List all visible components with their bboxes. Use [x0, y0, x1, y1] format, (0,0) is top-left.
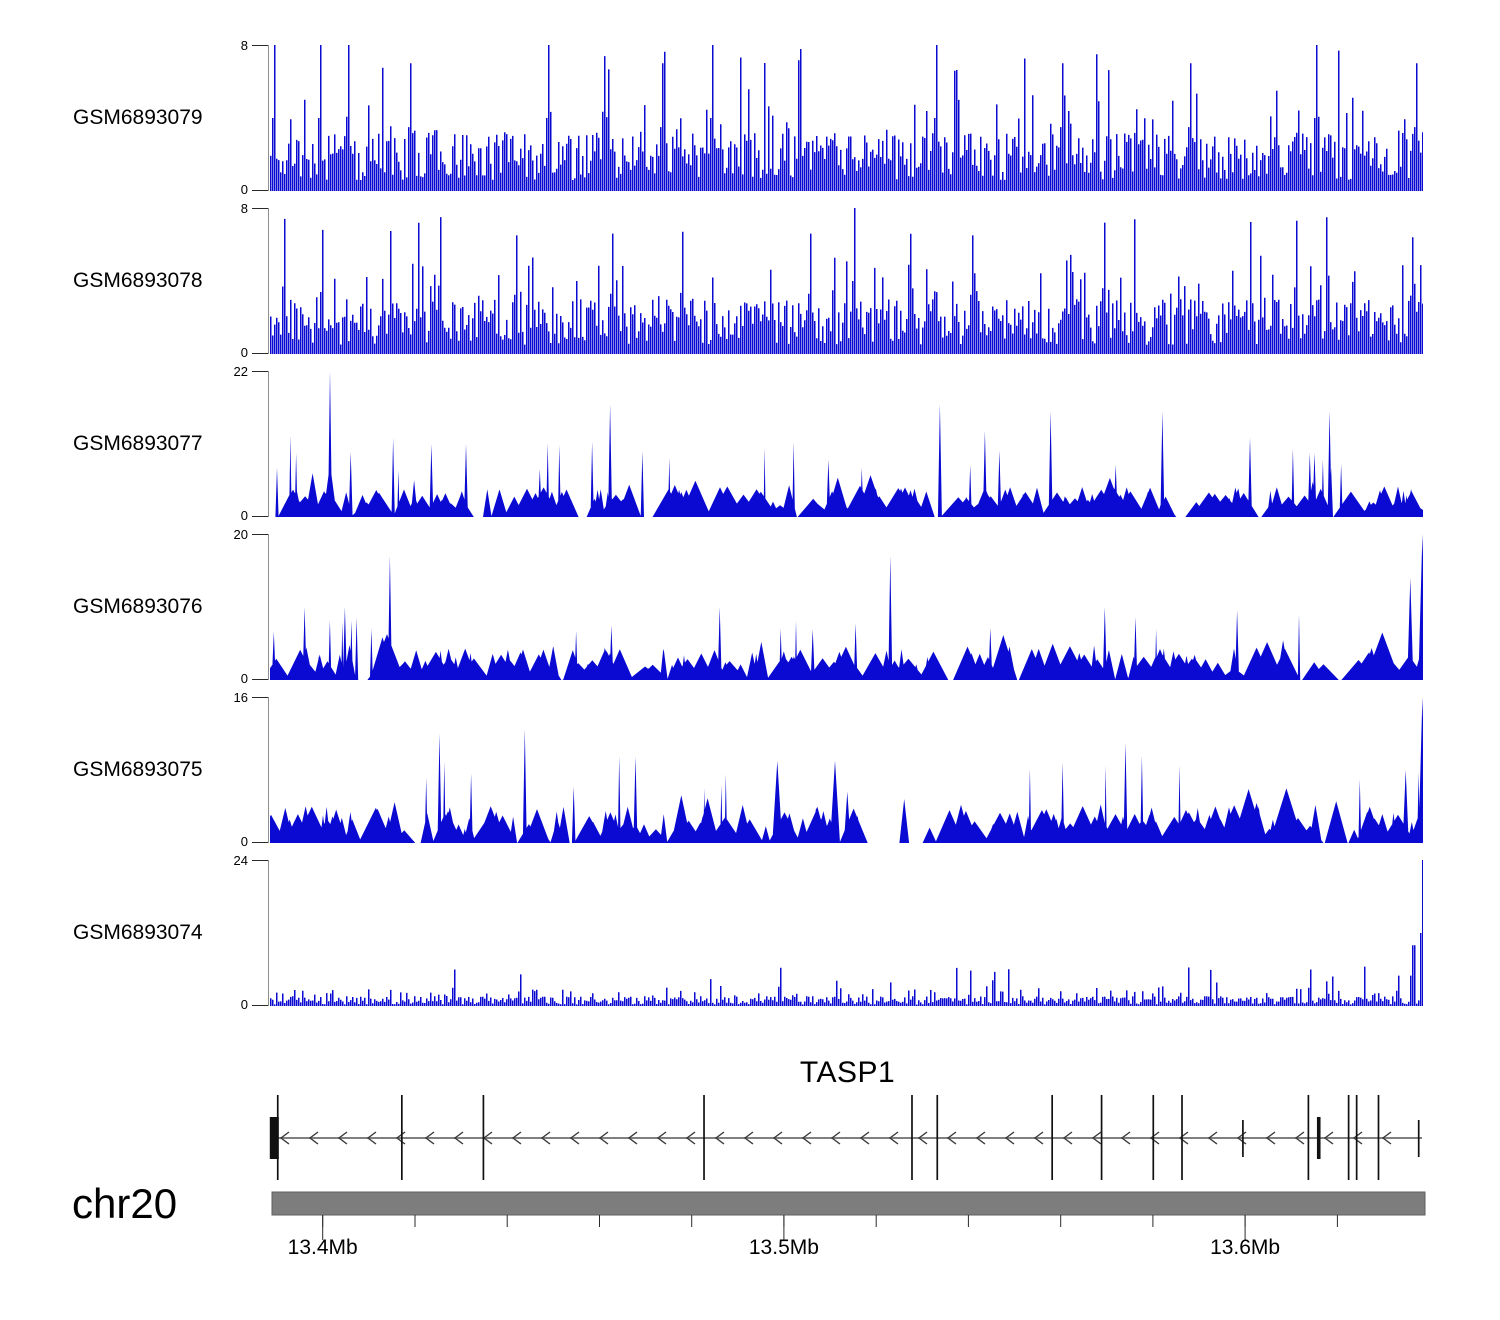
y-axis-tick — [252, 45, 269, 46]
y-axis-tick — [252, 842, 269, 843]
y-axis-max-label: 16 — [233, 690, 248, 705]
y-axis-tick — [252, 534, 269, 535]
y-axis-min-label: 0 — [240, 671, 248, 686]
coverage-histogram — [275, 371, 1423, 517]
y-axis-max-label: 22 — [233, 364, 248, 379]
exon-bar — [1417, 1120, 1420, 1157]
coverage-histogram — [270, 534, 1423, 680]
y-axis-tick — [252, 516, 269, 517]
y-axis-min-label: 0 — [240, 182, 248, 197]
y-axis-line — [268, 534, 269, 680]
y-axis-min-label: 0 — [240, 834, 248, 849]
chromosome-axis: 13.4Mb 13.5Mb 13.6Mb — [271, 1191, 1426, 1259]
coverage-histogram — [270, 697, 1423, 843]
y-axis-max-label: 20 — [233, 527, 248, 542]
exon-bar — [1347, 1095, 1350, 1180]
y-axis-line — [268, 371, 269, 517]
chromosome-label: chr20 — [72, 1180, 178, 1227]
y-axis-min-label: 0 — [240, 997, 248, 1012]
y-axis-max-label: 24 — [233, 853, 248, 868]
coverage-track-row: GSM6893075 16 0 — [0, 690, 1500, 849]
y-axis-max-label: 8 — [240, 201, 248, 216]
y-axis-min-label: 0 — [240, 345, 248, 360]
y-axis-line — [268, 45, 269, 191]
genome-browser-figure: GSM6893079 8 0 GSM6893078 8 0 GSM6893077… — [0, 0, 1500, 1320]
chromosome-bar — [271, 1191, 1426, 1216]
exon-bar — [1355, 1095, 1358, 1180]
coverage-track-row: GSM6893077 22 0 — [0, 364, 1500, 523]
coverage-track-row: GSM6893079 8 0 — [0, 38, 1500, 197]
exon-bar — [936, 1095, 939, 1180]
axis-tick-label: 13.5Mb — [749, 1236, 819, 1259]
y-axis-line — [268, 697, 269, 843]
y-axis-line — [268, 860, 269, 1006]
exon-bar — [482, 1095, 485, 1180]
exon-bar — [276, 1095, 279, 1180]
y-axis-tick — [252, 190, 269, 191]
y-axis-tick — [252, 860, 269, 861]
gene-name-label: TASP1 — [799, 1056, 896, 1089]
exon-bar — [1051, 1095, 1054, 1180]
exon-bar — [911, 1095, 913, 1180]
y-axis-tick — [252, 371, 269, 372]
exon-bar — [400, 1095, 403, 1180]
coverage-track-row: GSM6893078 8 0 — [0, 201, 1500, 360]
track-label: GSM6893077 — [73, 432, 203, 455]
y-axis-max-label: 8 — [240, 38, 248, 53]
exon-bar — [1181, 1095, 1183, 1180]
exon-bar — [1152, 1095, 1155, 1180]
exon-bar — [1242, 1120, 1244, 1157]
exon-bar — [1316, 1117, 1321, 1159]
coverage-track-row: GSM6893074 24 0 — [0, 853, 1500, 1012]
y-axis-tick — [252, 679, 269, 680]
track-label: GSM6893074 — [73, 921, 203, 944]
track-label: GSM6893079 — [73, 106, 203, 129]
coverage-track-row: GSM6893076 20 0 — [0, 527, 1500, 686]
y-axis-tick — [252, 697, 269, 698]
exon-bar — [703, 1095, 705, 1180]
axis-tick-label: 13.4Mb — [288, 1236, 358, 1259]
exon-bar — [1100, 1095, 1103, 1180]
coverage-histogram — [270, 45, 1423, 191]
y-axis-tick — [252, 208, 269, 209]
coverage-histogram — [270, 208, 1423, 354]
y-axis-tick — [252, 1005, 269, 1006]
track-label: GSM6893078 — [73, 269, 203, 292]
track-label: GSM6893076 — [73, 595, 203, 618]
exon-bar — [1377, 1095, 1380, 1180]
track-label: GSM6893075 — [73, 758, 203, 781]
coverage-histogram — [270, 860, 1423, 1006]
y-axis-tick — [252, 353, 269, 354]
y-axis-min-label: 0 — [240, 508, 248, 523]
exon-bar — [1307, 1095, 1310, 1180]
y-axis-line — [268, 208, 269, 354]
axis-tick-label: 13.6Mb — [1210, 1236, 1280, 1259]
gene-model — [269, 1095, 1422, 1180]
